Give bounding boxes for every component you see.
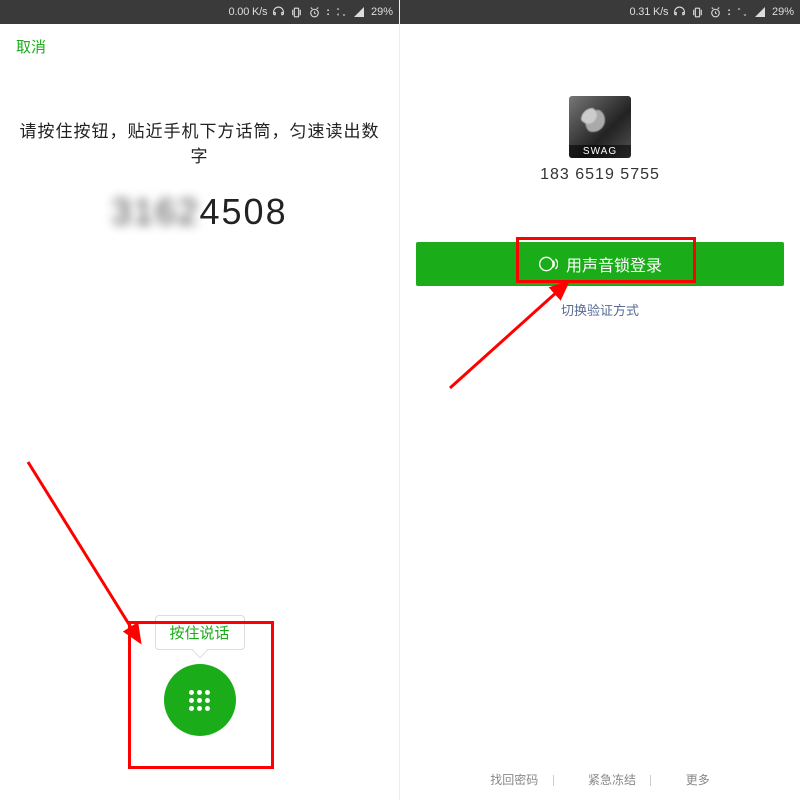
status-bar: 0.00 K/s : 29% bbox=[0, 0, 399, 24]
voice-login-button[interactable]: 用声音锁登录 bbox=[416, 242, 784, 286]
avatar-caption: SWAG bbox=[569, 145, 631, 158]
emergency-freeze-link[interactable]: 紧急冻结 bbox=[578, 773, 646, 787]
network-speed: 0.00 K/s bbox=[229, 6, 268, 18]
voice-login-screen: 0.31 K/s : 29% SWAG 183 6519 5755 用声音锁登录… bbox=[400, 0, 800, 800]
digits-visible: 4508 bbox=[200, 191, 288, 232]
hold-to-speak-area: 按住说话 bbox=[130, 601, 268, 760]
switch-verification-link[interactable]: 切换验证方式 bbox=[416, 300, 784, 319]
digits-masked: 3162 bbox=[111, 191, 199, 232]
account-header: SWAG 183 6519 5755 bbox=[400, 96, 800, 184]
battery-percent: 29% bbox=[772, 6, 794, 18]
network-speed: 0.31 K/s bbox=[630, 6, 669, 18]
colon-icon: : bbox=[326, 6, 330, 18]
divider bbox=[553, 775, 574, 786]
battery-percent: 29% bbox=[371, 6, 393, 18]
avatar: SWAG bbox=[569, 96, 631, 158]
mobile-data-icon bbox=[335, 6, 347, 18]
hold-label-bubble: 按住说话 bbox=[154, 615, 244, 650]
alarm-icon bbox=[709, 6, 722, 19]
voiceprint-icon bbox=[538, 254, 558, 274]
voice-login-label: 用声音锁登录 bbox=[566, 252, 662, 276]
vibrate-icon bbox=[290, 6, 303, 19]
voice-record-screen: 0.00 K/s : 29% 取消 请按住按钮，贴近手机下方话筒，匀速读出数字 … bbox=[0, 0, 400, 800]
phone-number: 183 6519 5755 bbox=[400, 166, 800, 184]
mobile-data-icon bbox=[736, 6, 748, 18]
vibrate-icon bbox=[691, 6, 704, 19]
colon-icon: : bbox=[727, 6, 731, 18]
cancel-button[interactable]: 取消 bbox=[0, 24, 62, 69]
verification-digits: 31624508 bbox=[0, 191, 399, 233]
hold-to-speak-button[interactable] bbox=[163, 664, 235, 736]
headphones-icon bbox=[272, 6, 285, 19]
signal-icon bbox=[753, 6, 767, 18]
instruction-text: 请按住按钮，贴近手机下方话筒，匀速读出数字 bbox=[0, 117, 399, 167]
footer-links: 找回密码 紧急冻结 更多 bbox=[400, 771, 800, 788]
signal-icon bbox=[352, 6, 366, 18]
find-password-link[interactable]: 找回密码 bbox=[480, 773, 548, 787]
microphone-dots-icon bbox=[189, 690, 210, 711]
alarm-icon bbox=[308, 6, 321, 19]
more-link[interactable]: 更多 bbox=[676, 773, 720, 787]
status-bar: 0.31 K/s : 29% bbox=[400, 0, 800, 24]
headphones-icon bbox=[673, 6, 686, 19]
divider bbox=[650, 775, 671, 786]
